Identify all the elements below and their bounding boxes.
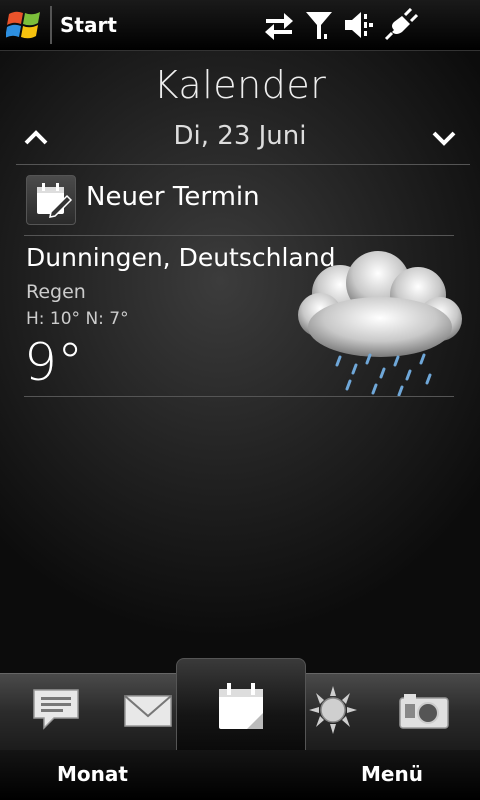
page-title: Kalender — [153, 63, 327, 107]
rain-cloud-icon — [298, 251, 462, 397]
calendar-icon — [219, 683, 263, 729]
tab-messages[interactable] — [28, 684, 84, 736]
calendar-panel: Kalender Di, 23 Juni Neuer Termin Dunnin… — [0, 51, 480, 673]
tab-mail[interactable] — [120, 684, 176, 736]
softkey-month[interactable]: Monat — [57, 762, 128, 786]
tab-calendar[interactable] — [176, 658, 306, 751]
windows-logo-icon[interactable] — [6, 8, 44, 42]
current-date[interactable]: Di, 23 Juni — [0, 121, 480, 151]
weather-condition: Regen — [26, 281, 86, 303]
softkey-bar: Monat Menü — [0, 750, 480, 800]
power-plug-icon[interactable] — [384, 8, 418, 42]
date-navigator: Di, 23 Juni — [0, 117, 480, 161]
status-separator — [50, 6, 52, 44]
weather-high-low: H: 10° N: 7° — [26, 309, 129, 329]
start-label[interactable]: Start — [60, 13, 117, 37]
new-appointment-label: Neuer Termin — [86, 182, 260, 212]
divider — [16, 164, 470, 165]
weather-temperature: 9° — [24, 333, 84, 393]
softkey-menu[interactable]: Menü — [361, 762, 423, 786]
tab-weather[interactable] — [305, 684, 361, 736]
tab-camera[interactable] — [396, 684, 452, 736]
divider — [24, 396, 454, 397]
divider — [24, 235, 454, 236]
signal-icon[interactable] — [302, 8, 336, 42]
status-bar: Start — [0, 0, 480, 51]
new-appointment-icon — [26, 175, 76, 225]
volume-icon[interactable] — [342, 8, 376, 42]
chevron-down-icon[interactable] — [430, 127, 458, 149]
new-appointment-button[interactable]: Neuer Termin — [24, 173, 464, 225]
data-sync-icon[interactable] — [262, 8, 296, 42]
